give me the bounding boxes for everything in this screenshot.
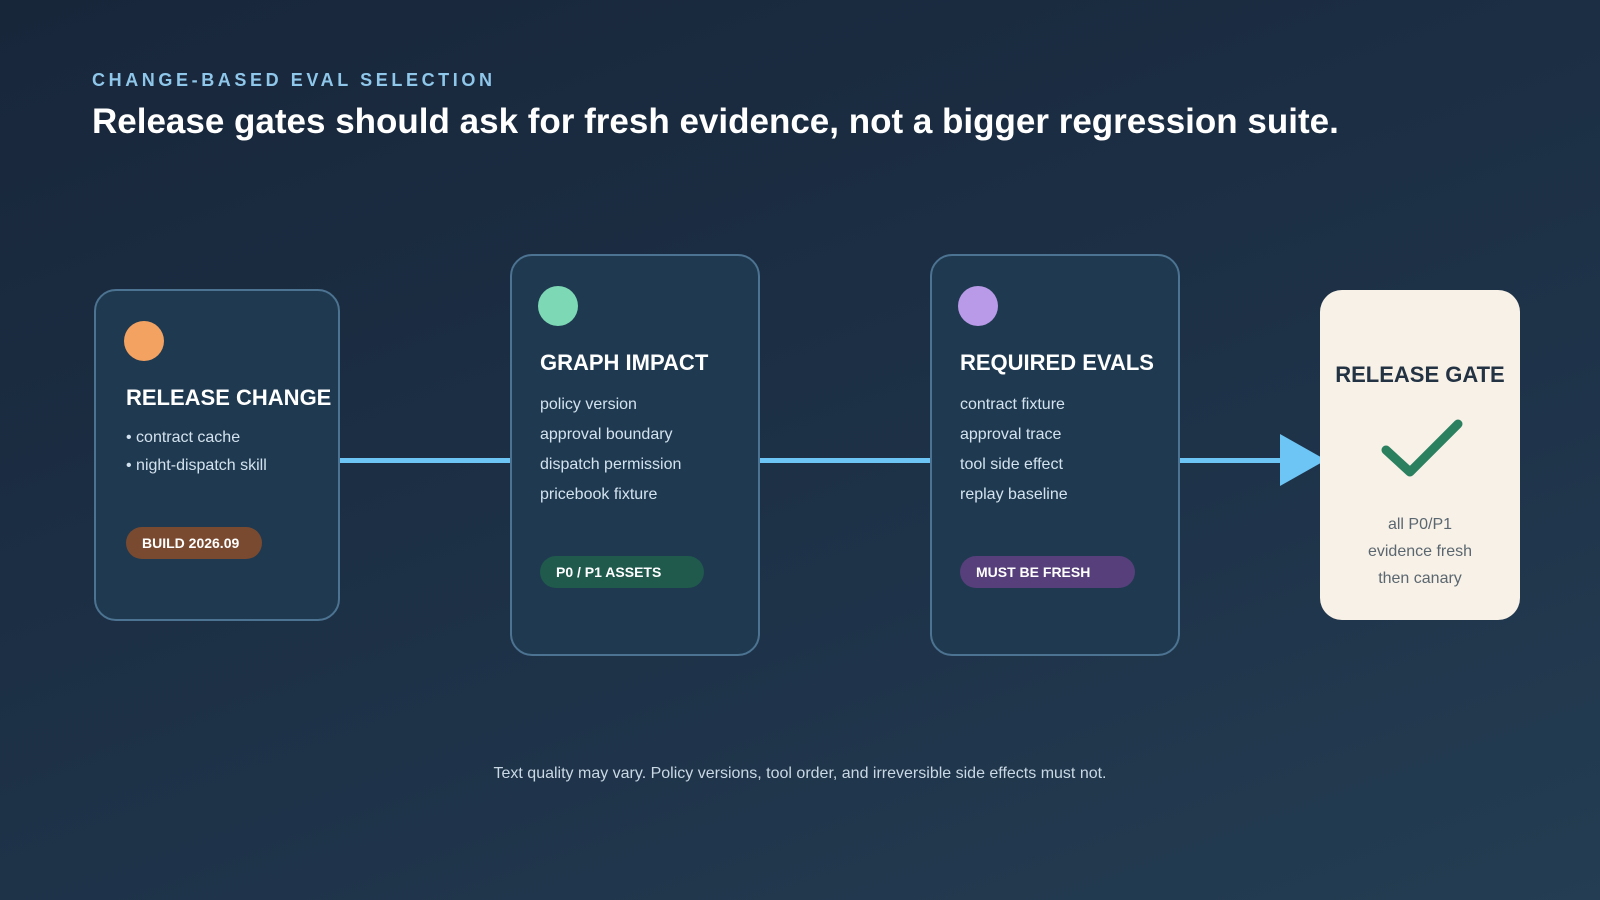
stage-item: • night-dispatch skill [126,457,267,474]
stage-card-graph-impact: GRAPH IMPACT policy version approval bou… [510,254,760,656]
checkmark-icon [1381,419,1463,477]
gate-title: RELEASE GATE [1335,362,1505,387]
connector-impact-to-evals [760,458,930,463]
stage-item: replay baseline [960,486,1068,503]
stage-badge-fresh: MUST BE FRESH [960,556,1135,588]
gate-line: evidence fresh [1367,543,1473,560]
stage-dot-graph-impact [538,286,578,326]
stage-card-required-evals: REQUIRED EVALS contract fixture approval… [930,254,1180,656]
stage-item: approval trace [960,426,1062,443]
stage-title: REQUIRED EVALS [960,350,1154,375]
stage-item: policy version [540,396,637,413]
stage-dot-release-change [124,321,164,361]
stage-item: approval boundary [540,426,673,443]
stage-item: pricebook fixture [540,486,658,503]
connector-change-to-impact [340,458,510,463]
stage-title: GRAPH IMPACT [540,350,709,375]
stage-item: tool side effect [960,456,1063,473]
stage-card-release-change: RELEASE CHANGE • contract cache • night-… [94,289,340,621]
gate-line: then canary [1378,570,1462,587]
diagram-footnote: Text quality may vary. Policy versions, … [493,765,1107,782]
stage-dot-required-evals [958,286,998,326]
stage-item: • contract cache [126,429,241,446]
release-gate-card: RELEASE GATE all P0/P1 evidence fresh th… [1320,290,1520,620]
stage-item: dispatch permission [540,456,682,473]
stage-item: contract fixture [960,396,1065,413]
stage-title: RELEASE CHANGE [126,385,332,410]
stage-badge-assets: P0 / P1 ASSETS [540,556,704,588]
diagram-headline: Release gates should ask for fresh evide… [92,102,1339,141]
gate-line: all P0/P1 [1387,516,1453,533]
diagram-eyebrow: CHANGE-BASED EVAL SELECTION [92,70,496,90]
connector-evals-to-gate [1180,458,1290,463]
stage-badge-build: BUILD 2026.09 [126,527,262,559]
